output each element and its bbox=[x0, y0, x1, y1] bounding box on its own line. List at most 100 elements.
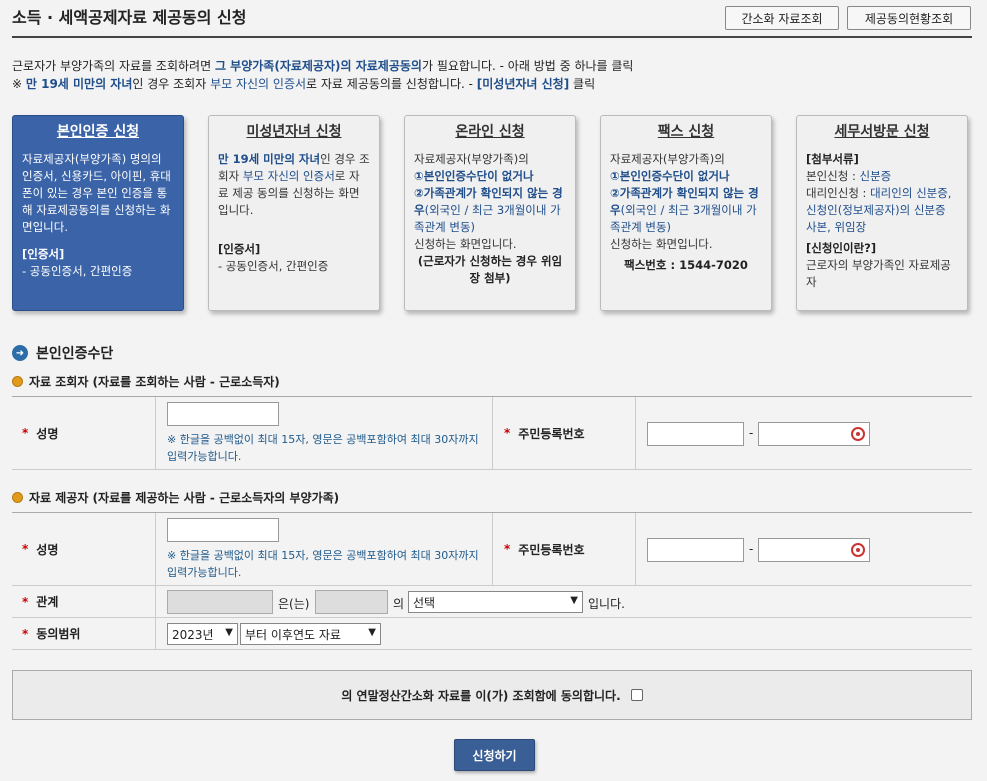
rrn-label-text: 주민등록번호 bbox=[518, 426, 585, 441]
card-visit[interactable]: 세무서방문 신청 [첨부서류] 본인신청 : 신분증 대리인신청 : 대리인의 … bbox=[796, 115, 968, 311]
card-visit-title: 세무서방문 신청 bbox=[834, 124, 930, 140]
viewer-rrn-label: * 주민등록번호 bbox=[494, 397, 644, 469]
viewer-heading-text: 자료 조회자 (자료를 조회하는 사람 - 근로소득자) bbox=[29, 375, 280, 389]
simple-lookup-button[interactable]: 간소화 자료조회 bbox=[725, 6, 839, 30]
intro-line2-g: 클릭 bbox=[569, 77, 596, 91]
intro-line2-f: [미성년자녀 신청] bbox=[476, 77, 570, 91]
intro-line2-a: ※ bbox=[12, 77, 26, 91]
provider-heading: 자료 제공자 (자료를 제공하는 사람 - 근로소득자의 부양가족) bbox=[12, 489, 339, 506]
rrn-label-text: 주민등록번호 bbox=[518, 542, 585, 557]
viewer-rrn-front-input[interactable] bbox=[647, 422, 744, 446]
scope-range-value: 부터 이후연도 자료 bbox=[245, 627, 341, 642]
section-title: 본인인증수단 bbox=[36, 346, 114, 362]
card-fax-l5: 신청하는 화면입니다. bbox=[610, 237, 713, 251]
viewer-name-label: * 성명 bbox=[12, 397, 155, 469]
provider-table: * 성명 ※ 한글을 공백없이 최대 15자, 영문은 공백포함하여 최대 30자… bbox=[12, 512, 972, 650]
divider bbox=[155, 513, 156, 585]
relation-row: * 관계 은(는) 의 선택 ▼ 입니다. bbox=[12, 586, 972, 618]
name-label-text: 성명 bbox=[36, 542, 59, 557]
intro-line2-d: 부모 자신의 인증서 bbox=[210, 77, 307, 91]
card-online-l2: ①본인인증수단이 없거나 bbox=[414, 169, 534, 183]
chevron-down-icon: ▼ bbox=[225, 627, 233, 638]
provider-name-note: ※ 한글을 공백없이 최대 15자, 영문은 공백포함하여 최대 30자까지 입… bbox=[167, 549, 479, 579]
bullet-icon bbox=[12, 376, 23, 387]
intro-line2-c: 인 경우 조회자 bbox=[132, 77, 211, 91]
rrn-dash: - bbox=[749, 542, 754, 556]
card-fax-l4: (외국인 / 최근 3개월이내 가족관계 변동) bbox=[610, 203, 757, 234]
chevron-down-icon: ▼ bbox=[570, 595, 578, 606]
viewer-name-note: ※ 한글을 공백없이 최대 15자, 영문은 공백포함하여 최대 30자까지 입… bbox=[167, 433, 479, 463]
divider bbox=[155, 618, 156, 649]
divider bbox=[155, 397, 156, 469]
relation-select[interactable]: 선택 ▼ bbox=[408, 591, 583, 613]
card-minor-desc-b: 만 19세 미만의 자녀 bbox=[218, 152, 321, 166]
scope-label-text: 동의범위 bbox=[36, 627, 81, 641]
card-online[interactable]: 온라인 신청 자료제공자(부양가족)의 ①본인인증수단이 없거나 ②가족관계가 … bbox=[404, 115, 576, 311]
relation-label: * 관계 bbox=[12, 586, 155, 617]
arrow-circle-icon: ➜ bbox=[12, 345, 28, 361]
divider bbox=[635, 397, 636, 469]
scope-range-select[interactable]: 부터 이후연도 자료 ▼ bbox=[240, 623, 381, 645]
scope-year-value: 2023년 bbox=[172, 627, 214, 642]
submit-button[interactable]: 신청하기 bbox=[454, 739, 535, 771]
card-fax-number: 팩스번호 : 1544-7020 bbox=[624, 258, 748, 272]
card-fax-l1: 자료제공자(부양가족)의 bbox=[610, 152, 725, 166]
card-self-cert: - 공동인증서, 간편인증 bbox=[22, 264, 133, 278]
viewer-name-input[interactable] bbox=[167, 402, 279, 426]
card-minor-cert-heading: [인증서] bbox=[218, 242, 261, 256]
secure-keyboard-icon[interactable] bbox=[851, 543, 865, 557]
relation-eun-text: 은(는) bbox=[278, 597, 310, 611]
page-title: 소득 · 세액공제자료 제공동의 신청 bbox=[12, 8, 247, 27]
provider-heading-text: 자료 제공자 (자료를 제공하는 사람 - 근로소득자의 부양가족) bbox=[29, 491, 340, 505]
name-label-text: 성명 bbox=[36, 426, 59, 441]
card-minor-desc-c: 부모 자신의 인증서 bbox=[242, 169, 335, 183]
card-self-cert-heading: [인증서] bbox=[22, 247, 65, 261]
relation-viewer-field bbox=[167, 590, 273, 614]
intro-line1-a: 근로자가 부양가족의 자료를 조회하려면 bbox=[12, 59, 215, 73]
card-visit-l3: 근로자의 부양가족인 자료제공자 bbox=[806, 258, 951, 289]
relation-end-text: 입니다. bbox=[588, 597, 625, 611]
card-online-l3-wrap: ②가족관계가 확인되지 않는 경우(외국인 / 최근 3개월이내 가족관계 변동… bbox=[414, 185, 566, 236]
provider-rrn-label: * 주민등록번호 bbox=[494, 513, 644, 585]
scope-year-select[interactable]: 2023년 ▼ bbox=[167, 623, 238, 645]
card-online-l6: (근로자가 신청하는 경우 위임장 첨부) bbox=[417, 254, 563, 285]
intro-text: 근로자가 부양가족의 자료를 조회하려면 그 부양가족(자료제공자)의 자료제공… bbox=[12, 57, 972, 93]
consent-status-button[interactable]: 제공동의현황조회 bbox=[847, 6, 971, 30]
card-visit-l1b: 신분증 bbox=[859, 169, 892, 183]
card-self-auth[interactable]: 본인인증 신청 자료제공자(부양가족) 명의의 인증서, 신용카드, 아이핀, … bbox=[12, 115, 184, 311]
provider-name-label: * 성명 bbox=[12, 513, 155, 585]
viewer-rrn-back-input[interactable] bbox=[758, 422, 870, 446]
card-fax[interactable]: 팩스 신청 자료제공자(부양가족)의 ①본인인증수단이 없거나 ②가족관계가 확… bbox=[600, 115, 772, 311]
divider bbox=[635, 513, 636, 585]
section-heading: ➜ 본인인증수단 bbox=[12, 343, 113, 363]
relation-ui-text: 의 bbox=[393, 597, 405, 611]
provider-rrn-back-input[interactable] bbox=[758, 538, 870, 562]
agreement-checkbox[interactable] bbox=[630, 689, 643, 701]
viewer-heading: 자료 조회자 (자료를 조회하는 사람 - 근로소득자) bbox=[12, 373, 280, 390]
card-fax-l2: ①본인인증수단이 없거나 bbox=[610, 169, 730, 183]
top-bar: 소득 · 세액공제자료 제공동의 신청 간소화 자료조회 제공동의현황조회 bbox=[12, 0, 972, 38]
secure-keyboard-icon[interactable] bbox=[851, 427, 865, 441]
divider bbox=[492, 513, 493, 585]
scope-row: * 동의범위 2023년 ▼ 부터 이후연도 자료 ▼ bbox=[12, 618, 972, 650]
card-visit-l2a: 대리인신청 : bbox=[806, 186, 871, 200]
card-self-title: 본인인증 신청 bbox=[56, 124, 140, 140]
required-mark: * bbox=[504, 426, 511, 440]
card-fax-title: 팩스 신청 bbox=[657, 124, 715, 140]
card-online-l5: 신청하는 화면입니다. bbox=[414, 237, 517, 251]
intro-line2-e: 로 자료 제공동의를 신청합니다. - bbox=[306, 77, 477, 91]
card-visit-h1: [첨부서류] bbox=[806, 152, 859, 166]
card-online-title: 온라인 신청 bbox=[455, 124, 525, 140]
card-self-desc: 자료제공자(부양가족) 명의의 인증서, 신용카드, 아이핀, 휴대폰이 있는 … bbox=[22, 152, 171, 234]
scope-label: * 동의범위 bbox=[12, 618, 155, 649]
provider-name-input[interactable] bbox=[167, 518, 279, 542]
agreement-box: 의 연말정산간소화 자료를 이(가) 조회함에 동의합니다. bbox=[12, 670, 972, 720]
card-minor[interactable]: 미성년자녀 신청 만 19세 미만의 자녀인 경우 조회자 부모 자신의 인증서… bbox=[208, 115, 380, 311]
relation-label-text: 관계 bbox=[36, 595, 59, 609]
viewer-row: * 성명 ※ 한글을 공백없이 최대 15자, 영문은 공백포함하여 최대 30자… bbox=[12, 397, 972, 470]
card-visit-l1: 본인신청 : 신분증 bbox=[806, 168, 958, 185]
relation-select-value: 선택 bbox=[413, 595, 436, 610]
provider-rrn-front-input[interactable] bbox=[647, 538, 744, 562]
required-mark: * bbox=[504, 542, 511, 556]
agreement-text: 의 연말정산간소화 자료를 이(가) 조회함에 동의합니다. bbox=[341, 688, 621, 703]
